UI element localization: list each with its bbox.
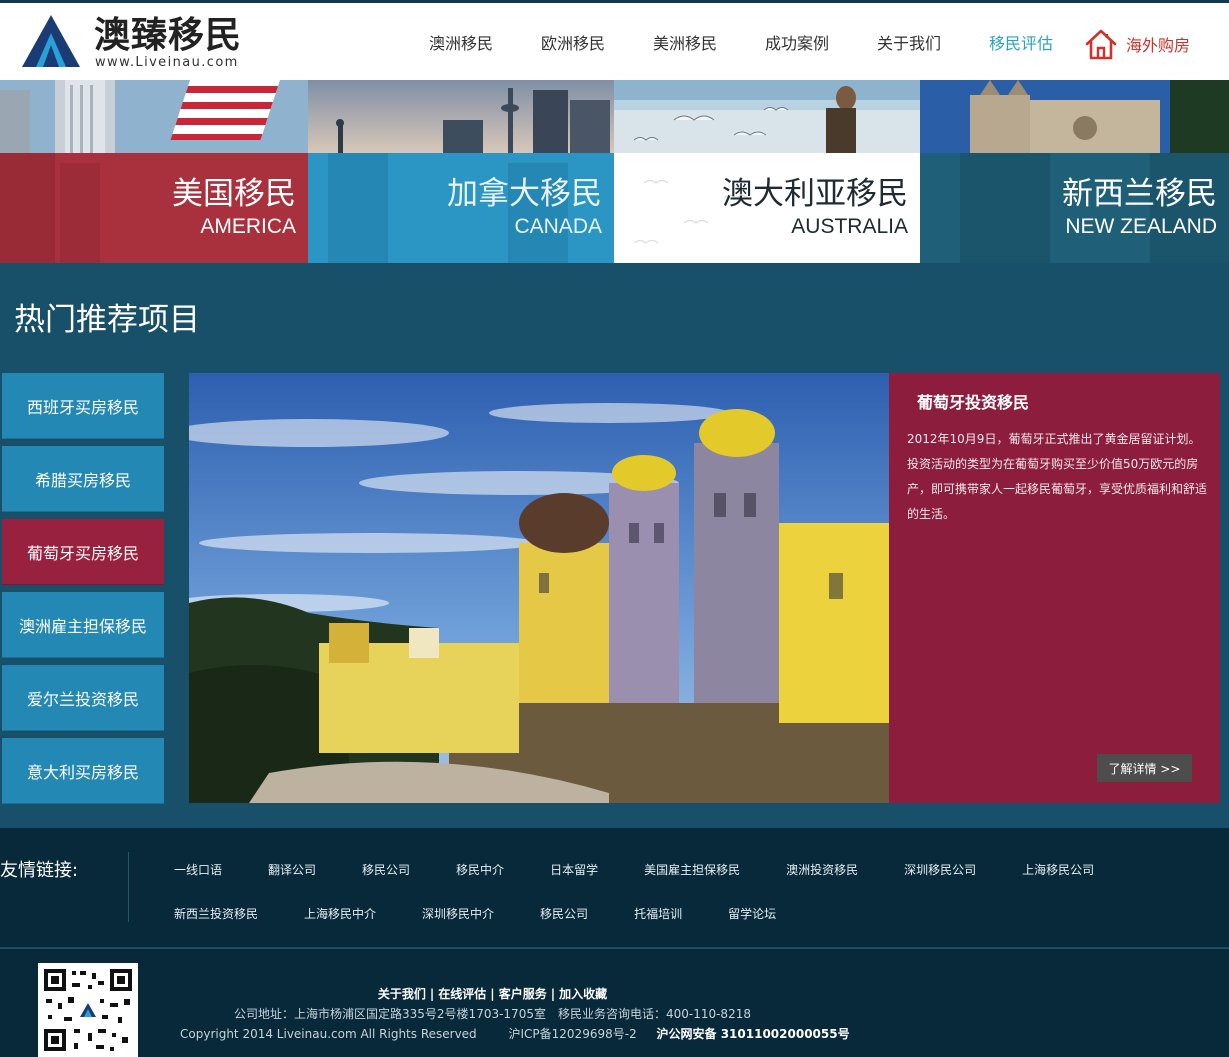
footer-links: 关于我们 | 在线评估 | 客户服务 | 加入收藏 xyxy=(377,987,608,1001)
brand-url: www.Liveinau.com xyxy=(95,55,239,70)
nav-item-australia[interactable]: 澳洲移民 xyxy=(405,30,517,54)
house-icon xyxy=(1085,29,1117,60)
site-logo[interactable]: 澳臻移民 www.Liveinau.com xyxy=(22,13,252,71)
main-nav: 澳洲移民 欧洲移民 美洲移民 成功案例 关于我们 移民评估 xyxy=(405,3,1077,80)
feature-description: 2012年10月9日，葡萄牙正式推出了黄金居留证计划。投资活动的类型为在葡萄牙购… xyxy=(907,432,1208,521)
friend-link[interactable]: 新西兰投资移民 xyxy=(174,905,258,922)
new-zealand-subtitle: NEW ZEALAND xyxy=(1065,215,1217,238)
banner-tile-america[interactable]: 美国移民 AMERICA xyxy=(0,80,308,263)
friend-link[interactable]: 日本留学 xyxy=(550,861,598,878)
banner-tile-canada[interactable]: 加拿大移民 CANADA xyxy=(308,80,614,263)
nav-item-europe[interactable]: 欧洲移民 xyxy=(517,30,629,54)
america-photo xyxy=(0,80,308,153)
canada-photo xyxy=(308,80,614,153)
logo-mark-icon xyxy=(22,15,80,67)
nav-item-overseas-property[interactable]: 海外购房 xyxy=(1084,27,1190,61)
nav-item-assessment[interactable]: 移民评估 xyxy=(965,30,1077,54)
friend-links: 友情链接: 一线口语 翻译公司 移民公司 移民中介 日本留学 美国雇主担保移民 … xyxy=(0,828,1229,948)
police-record[interactable]: 沪公网安备 31011002000055号 xyxy=(657,1027,850,1041)
icp-number[interactable]: 沪ICP备12029698号-2 xyxy=(509,1027,637,1041)
friend-link[interactable]: 移民中介 xyxy=(456,861,504,878)
hot-projects-title: 热门推荐项目 xyxy=(14,302,200,338)
overseas-property-label: 海外购房 xyxy=(1126,36,1191,55)
friend-link[interactable]: 留学论坛 xyxy=(728,905,776,922)
footer-link-bookmark[interactable]: 加入收藏 xyxy=(559,987,607,1001)
pena-palace-photo xyxy=(189,373,889,803)
canada-subtitle: CANADA xyxy=(514,215,602,238)
project-item-greece[interactable]: 希腊买房移民 xyxy=(2,446,164,512)
australia-subtitle: AUSTRALIA xyxy=(791,215,908,238)
nav-item-about[interactable]: 关于我们 xyxy=(853,30,965,54)
friend-links-row-1: 一线口语 翻译公司 移民公司 移民中介 日本留学 美国雇主担保移民 澳洲投资移民… xyxy=(174,861,1140,878)
canada-title: 加拿大移民 xyxy=(447,176,602,212)
nav-item-success-cases[interactable]: 成功案例 xyxy=(741,30,853,54)
banner-tile-australia[interactable]: 澳大利亚移民 AUSTRALIA xyxy=(614,80,920,263)
footer-link-service[interactable]: 客户服务 xyxy=(499,987,547,1001)
feature-title[interactable]: 葡萄牙投资移民 xyxy=(917,389,1029,413)
friend-link[interactable]: 一线口语 xyxy=(174,861,222,878)
america-title: 美国移民 xyxy=(172,176,296,212)
friend-link[interactable]: 翻译公司 xyxy=(268,861,316,878)
friend-link[interactable]: 上海移民中介 xyxy=(304,905,376,922)
site-footer: 关于我们 | 在线评估 | 客户服务 | 加入收藏 公司地址：上海市杨浦区国定路335号2号… xyxy=(0,949,1229,1057)
feature-image[interactable] xyxy=(189,373,889,803)
friend-link[interactable]: 美国雇主担保移民 xyxy=(644,861,740,878)
new-zealand-photo xyxy=(920,80,1229,153)
australia-photo xyxy=(614,80,920,153)
friend-links-row-2: 新西兰投资移民 上海移民中介 深圳移民中介 移民公司 托福培训 留学论坛 xyxy=(174,905,822,922)
project-item-ireland[interactable]: 爱尔兰投资移民 xyxy=(2,665,164,731)
friend-link[interactable]: 托福培训 xyxy=(634,905,682,922)
new-zealand-title: 新西兰移民 xyxy=(1062,176,1217,212)
friend-link[interactable]: 上海移民公司 xyxy=(1022,861,1094,878)
project-item-australia-employer[interactable]: 澳洲雇主担保移民 xyxy=(2,592,164,658)
site-header: 澳臻移民 www.Liveinau.com 澳洲移民 欧洲移民 美洲移民 成功案… xyxy=(0,0,1229,80)
friend-links-divider xyxy=(128,852,129,922)
project-item-portugal[interactable]: 葡萄牙买房移民 xyxy=(2,519,164,585)
footer-link-about[interactable]: 关于我们 xyxy=(378,987,426,1001)
learn-more-button[interactable]: 了解详情 >> xyxy=(1097,754,1192,782)
friend-links-label: 友情链接: xyxy=(0,860,79,881)
friend-link[interactable]: 深圳移民中介 xyxy=(422,905,494,922)
friend-link[interactable]: 澳洲投资移民 xyxy=(786,861,858,878)
footer-copyright-line: Copyright 2014 Liveinau.com All Rights R… xyxy=(180,1025,850,1042)
project-item-spain[interactable]: 西班牙买房移民 xyxy=(2,373,164,439)
country-banner: 美国移民 AMERICA 加拿大移民 CANADA 澳大利亚移民 AUSTRAL… xyxy=(0,80,1229,263)
friend-link[interactable]: 移民公司 xyxy=(540,905,588,922)
friend-link[interactable]: 深圳移民公司 xyxy=(904,861,976,878)
america-subtitle: AMERICA xyxy=(200,215,296,238)
banner-tile-new-zealand[interactable]: 新西兰移民 NEW ZEALAND xyxy=(920,80,1229,263)
copyright-text: Copyright 2014 Liveinau.com All Rights R… xyxy=(180,1027,477,1041)
footer-address: 公司地址：上海市杨浦区国定路335号2号楼1703-1705室 移民业务咨询电话… xyxy=(234,1007,751,1021)
project-list: 西班牙买房移民 希腊买房移民 葡萄牙买房移民 澳洲雇主担保移民 爱尔兰投资移民 … xyxy=(2,373,164,811)
friend-link[interactable]: 移民公司 xyxy=(362,861,410,878)
australia-title: 澳大利亚移民 xyxy=(722,176,908,212)
nav-item-americas[interactable]: 美洲移民 xyxy=(629,30,741,54)
footer-link-assessment[interactable]: 在线评估 xyxy=(438,987,486,1001)
project-item-italy[interactable]: 意大利买房移民 xyxy=(2,738,164,804)
feature-panel: 葡萄牙投资移民 2012年10月9日，葡萄牙正式推出了黄金居留证计划。投资活动的… xyxy=(889,373,1220,803)
brand-title: 澳臻移民 xyxy=(94,14,243,56)
